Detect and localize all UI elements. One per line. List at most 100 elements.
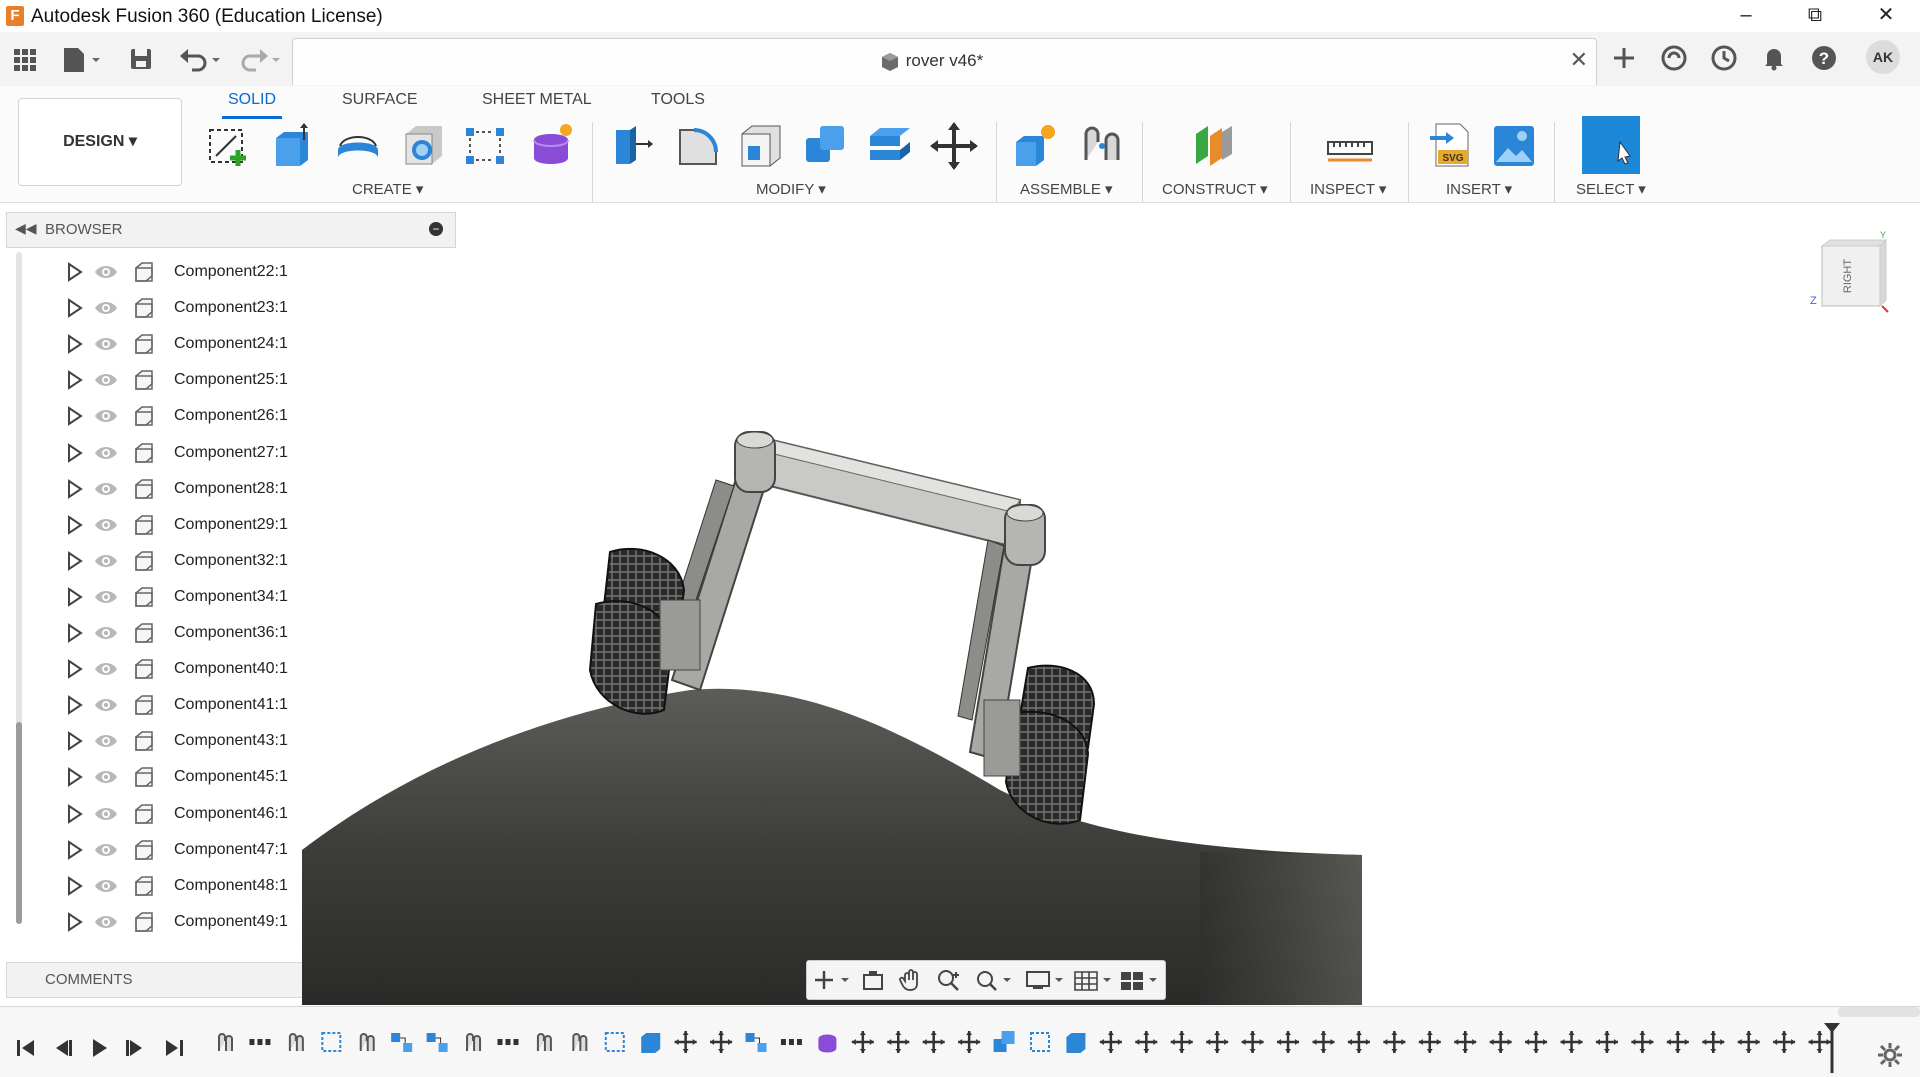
timeline-feature-move-icon[interactable] bbox=[1560, 1031, 1583, 1053]
timeline-feature-move-icon[interactable] bbox=[1666, 1031, 1689, 1053]
browser-component-row[interactable]: Component41:1 bbox=[56, 687, 302, 723]
timeline-feature-pattern-icon[interactable] bbox=[497, 1039, 519, 1045]
timeline-feature-move-icon[interactable] bbox=[1312, 1031, 1335, 1053]
timeline-feature-combine-icon[interactable] bbox=[993, 1031, 1015, 1052]
visibility-eye-icon[interactable] bbox=[94, 445, 118, 461]
measure-icon[interactable] bbox=[1324, 120, 1376, 172]
visibility-eye-icon[interactable] bbox=[94, 372, 118, 388]
browser-component-row[interactable]: Component34:1 bbox=[56, 579, 302, 615]
scrollbar-thumb[interactable] bbox=[16, 722, 22, 924]
display-settings-icon[interactable] bbox=[1025, 969, 1065, 991]
expand-triangle-icon[interactable] bbox=[64, 875, 84, 896]
timeline-feature-align-icon[interactable] bbox=[745, 1033, 767, 1052]
hole-icon[interactable] bbox=[398, 120, 450, 172]
timeline-feature-pattern-icon[interactable] bbox=[780, 1039, 802, 1045]
redo-icon[interactable] bbox=[236, 44, 284, 74]
visibility-eye-icon[interactable] bbox=[94, 878, 118, 894]
zoom-icon[interactable] bbox=[937, 969, 961, 991]
revolve-icon[interactable] bbox=[332, 120, 384, 172]
browser-component-row[interactable]: Component49:1 bbox=[56, 904, 302, 940]
close-window-button[interactable]: ✕ bbox=[1858, 0, 1914, 32]
visibility-eye-icon[interactable] bbox=[94, 842, 118, 858]
expand-triangle-icon[interactable] bbox=[64, 587, 84, 607]
timeline-features[interactable] bbox=[210, 1027, 1840, 1073]
browser-component-row[interactable]: Component40:1 bbox=[56, 651, 302, 687]
visibility-eye-icon[interactable] bbox=[94, 336, 118, 352]
browser-component-row[interactable]: Component47:1 bbox=[56, 832, 302, 868]
browser-component-row[interactable]: Component28:1 bbox=[56, 471, 302, 507]
timeline-feature-move-icon[interactable] bbox=[1737, 1031, 1760, 1053]
tab-tools[interactable]: TOOLS bbox=[645, 88, 711, 116]
tab-surface[interactable]: SURFACE bbox=[336, 88, 424, 116]
data-panel-grid-icon[interactable] bbox=[10, 44, 40, 74]
play-icon[interactable] bbox=[88, 1037, 110, 1059]
timeline-scrollbar[interactable] bbox=[1838, 1007, 1920, 1017]
browser-component-row[interactable]: Component45:1 bbox=[56, 759, 302, 795]
timeline-feature-move-icon[interactable] bbox=[1525, 1031, 1548, 1053]
browser-component-row[interactable]: Component26:1 bbox=[56, 398, 302, 434]
select-tool-icon[interactable] bbox=[1582, 116, 1640, 174]
timeline-feature-joint-icon[interactable] bbox=[288, 1033, 304, 1051]
timeline-feature-move-icon[interactable] bbox=[1277, 1031, 1300, 1053]
modify-menu[interactable]: MODIFY ▾ bbox=[756, 180, 826, 198]
timeline-feature-move-icon[interactable] bbox=[1135, 1031, 1158, 1053]
visibility-eye-icon[interactable] bbox=[94, 769, 118, 785]
visibility-eye-icon[interactable] bbox=[94, 300, 118, 316]
timeline-feature-move-icon[interactable] bbox=[1241, 1031, 1264, 1053]
timeline-feature-extrude-icon[interactable] bbox=[1066, 1033, 1086, 1053]
help-icon[interactable]: ? bbox=[1810, 44, 1838, 72]
expand-triangle-icon[interactable] bbox=[64, 514, 84, 535]
expand-triangle-icon[interactable] bbox=[64, 695, 84, 716]
timeline-feature-sketch-icon[interactable] bbox=[1030, 1032, 1050, 1052]
timeline-feature-move-icon[interactable] bbox=[1702, 1031, 1725, 1053]
fit-zoom-window-icon[interactable] bbox=[975, 969, 1015, 991]
3d-viewport[interactable]: RIGHT Z Y bbox=[300, 210, 1920, 1005]
expand-triangle-icon[interactable] bbox=[64, 334, 84, 355]
rectangular-pattern-icon[interactable] bbox=[460, 120, 512, 172]
insert-menu[interactable]: INSERT ▾ bbox=[1446, 180, 1512, 198]
document-tab[interactable]: rover v46* ✕ bbox=[292, 38, 1597, 85]
visibility-eye-icon[interactable] bbox=[94, 697, 118, 713]
new-tab-plus-icon[interactable] bbox=[1610, 44, 1638, 72]
go-to-start-icon[interactable] bbox=[14, 1037, 36, 1059]
timeline-feature-move-icon[interactable] bbox=[674, 1031, 697, 1053]
timeline-settings-gear-icon[interactable] bbox=[1876, 1041, 1904, 1069]
timeline-feature-joint-icon[interactable] bbox=[218, 1033, 233, 1051]
joint-icon[interactable] bbox=[1076, 120, 1128, 172]
expand-triangle-icon[interactable] bbox=[64, 839, 84, 860]
offset-face-icon[interactable] bbox=[864, 120, 916, 172]
viewcube[interactable]: RIGHT Z Y bbox=[1810, 230, 1889, 313]
visibility-eye-icon[interactable] bbox=[94, 661, 118, 677]
expand-triangle-icon[interactable] bbox=[64, 767, 84, 788]
timeline-feature-move-icon[interactable] bbox=[1454, 1031, 1477, 1053]
expand-triangle-icon[interactable] bbox=[64, 298, 84, 318]
undo-icon[interactable] bbox=[176, 44, 224, 74]
expand-triangle-icon[interactable] bbox=[64, 659, 84, 679]
timeline-feature-move-icon[interactable] bbox=[1418, 1031, 1441, 1053]
expand-triangle-icon[interactable] bbox=[64, 406, 84, 427]
visibility-eye-icon[interactable] bbox=[94, 589, 118, 605]
viewports-icon[interactable] bbox=[1119, 969, 1159, 991]
look-at-icon[interactable] bbox=[861, 969, 885, 991]
timeline-feature-extrude-icon[interactable] bbox=[641, 1033, 661, 1053]
go-to-end-icon[interactable] bbox=[164, 1037, 186, 1059]
timeline-feature-align-icon[interactable] bbox=[391, 1033, 413, 1052]
expand-triangle-icon[interactable] bbox=[64, 550, 84, 571]
timeline-feature-move-icon[interactable] bbox=[851, 1031, 874, 1053]
grid-snap-icon[interactable] bbox=[1073, 969, 1113, 991]
expand-triangle-icon[interactable] bbox=[64, 478, 84, 499]
workspace-switcher[interactable]: DESIGN ▾ bbox=[18, 98, 182, 186]
extensions-icon[interactable] bbox=[1660, 44, 1688, 72]
timeline-feature-move-icon[interactable] bbox=[1347, 1031, 1370, 1053]
close-document-button[interactable]: ✕ bbox=[1570, 47, 1588, 73]
extrude-icon[interactable] bbox=[266, 120, 318, 172]
browser-component-row[interactable]: Component27:1 bbox=[56, 435, 302, 471]
inspect-menu[interactable]: INSPECT ▾ bbox=[1310, 180, 1386, 198]
timeline-feature-move-icon[interactable] bbox=[1773, 1031, 1796, 1053]
expand-triangle-icon[interactable] bbox=[64, 623, 84, 643]
expand-triangle-icon[interactable] bbox=[64, 442, 84, 463]
timeline-feature-sketch-icon[interactable] bbox=[321, 1032, 342, 1052]
create-sketch-icon[interactable] bbox=[202, 120, 254, 172]
move-copy-icon[interactable] bbox=[928, 120, 980, 172]
new-component-icon[interactable] bbox=[1010, 120, 1062, 172]
